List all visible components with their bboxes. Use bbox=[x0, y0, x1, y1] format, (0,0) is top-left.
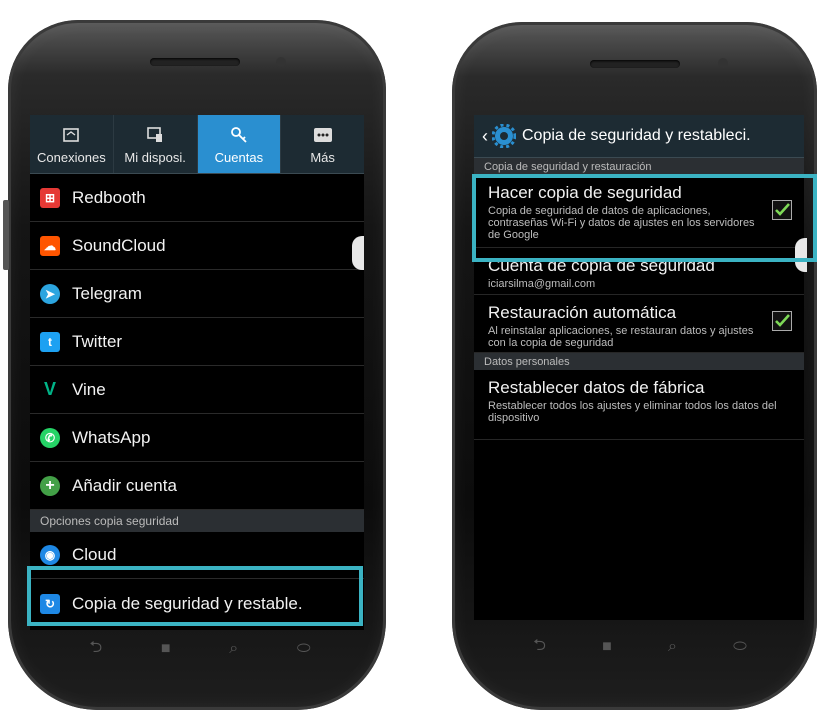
left-phone-speaker bbox=[150, 58, 240, 66]
tab-label: Más bbox=[310, 150, 335, 165]
back-icon[interactable]: ⮌ bbox=[89, 636, 102, 663]
tab-cuentas[interactable]: Cuentas bbox=[197, 115, 282, 173]
search-icon[interactable]: ⌕ bbox=[668, 638, 677, 656]
right-phone-speaker bbox=[590, 60, 680, 68]
account-item-redbooth[interactable]: ⊞ Redbooth bbox=[30, 174, 364, 222]
tab-label: Conexiones bbox=[37, 150, 106, 165]
account-label: Telegram bbox=[72, 283, 142, 303]
telegram-icon: ➤ bbox=[40, 283, 60, 304]
key-icon bbox=[229, 126, 249, 144]
right-phone-camera bbox=[718, 58, 728, 68]
section-header-personal: Datos personales bbox=[474, 353, 804, 370]
tab-mi-dispositivo[interactable]: Mi disposi. bbox=[114, 115, 198, 173]
account-item-add[interactable]: + Añadir cuenta bbox=[30, 462, 364, 510]
back-arrow-icon[interactable]: ‹ bbox=[482, 126, 488, 147]
highlight-backup-data bbox=[472, 174, 817, 262]
account-item-twitter[interactable]: t Twitter bbox=[30, 318, 364, 366]
section-header-backup-options: Opciones copia seguridad bbox=[30, 510, 364, 532]
back-icon[interactable]: ⮌ bbox=[533, 634, 546, 661]
menu-icon[interactable]: ■ bbox=[161, 640, 171, 658]
soundcloud-icon: ☁ bbox=[40, 235, 60, 256]
highlight-backup-reset bbox=[27, 566, 363, 626]
account-label: Añadir cuenta bbox=[72, 475, 177, 495]
vine-icon: V bbox=[43, 379, 56, 399]
setting-description: iciarsilma@gmail.com bbox=[488, 278, 596, 290]
auto-restore-checkbox[interactable] bbox=[772, 311, 792, 331]
cloud-label: Cloud bbox=[72, 545, 117, 564]
setting-description: Al reinstalar aplicaciones, se restauran… bbox=[488, 325, 754, 349]
account-label: WhatsApp bbox=[72, 427, 151, 447]
tab-label: Cuentas bbox=[214, 150, 264, 165]
setting-title: Restauración automática bbox=[488, 303, 677, 322]
account-label: SoundCloud bbox=[72, 235, 166, 255]
redbooth-icon: ⊞ bbox=[40, 187, 60, 208]
account-label: Twitter bbox=[72, 331, 123, 351]
left-screen: Conexiones Mi disposi. Cuentas Más ⊞ Red… bbox=[30, 115, 364, 630]
home-icon[interactable]: ⬭ bbox=[733, 638, 747, 656]
tab-mas[interactable]: Más bbox=[281, 115, 364, 173]
section-header-backup: Copia de seguridad y restauración bbox=[474, 158, 804, 175]
screen-header: ‹ Copia de seguridad y restableci. bbox=[474, 115, 804, 158]
setting-auto-restore[interactable]: Restauración automática Al reinstalar ap… bbox=[474, 295, 804, 353]
left-volume-button[interactable] bbox=[3, 200, 9, 270]
tab-conexiones[interactable]: Conexiones bbox=[30, 115, 114, 173]
page-title: Copia de seguridad y restableci. bbox=[522, 127, 751, 144]
settings-tabs: Conexiones Mi disposi. Cuentas Más bbox=[30, 115, 364, 174]
account-label: Redbooth bbox=[72, 187, 146, 207]
setting-title: Restablecer datos de fábrica bbox=[488, 378, 705, 397]
setting-factory-reset[interactable]: Restablecer datos de fábrica Restablecer… bbox=[474, 370, 804, 440]
box-icon bbox=[61, 126, 81, 144]
check-icon bbox=[775, 314, 790, 327]
home-icon[interactable]: ⬭ bbox=[297, 640, 311, 658]
menu-icon[interactable]: ■ bbox=[602, 638, 612, 656]
account-item-vine[interactable]: V Vine bbox=[30, 366, 364, 414]
whatsapp-icon: ✆ bbox=[40, 427, 60, 448]
search-icon[interactable]: ⌕ bbox=[229, 640, 238, 658]
left-edge-handle[interactable] bbox=[352, 236, 364, 270]
left-phone-camera bbox=[276, 57, 286, 67]
gear-icon bbox=[492, 124, 516, 148]
device-icon bbox=[145, 126, 165, 144]
account-item-whatsapp[interactable]: ✆ WhatsApp bbox=[30, 414, 364, 462]
twitter-icon: t bbox=[40, 331, 60, 352]
more-icon bbox=[313, 126, 333, 144]
account-item-soundcloud[interactable]: ☁ SoundCloud bbox=[30, 222, 364, 270]
cloud-icon: ◉ bbox=[40, 545, 60, 565]
right-nav-bar: ⮌ ■ ⌕ ⬭ bbox=[505, 632, 775, 662]
tab-label: Mi disposi. bbox=[124, 150, 186, 165]
account-label: Vine bbox=[72, 379, 106, 399]
left-nav-bar: ⮌ ■ ⌕ ⬭ bbox=[60, 634, 340, 664]
plus-icon: + bbox=[40, 475, 60, 496]
account-item-telegram[interactable]: ➤ Telegram bbox=[30, 270, 364, 318]
setting-description: Restablecer todos los ajustes y eliminar… bbox=[488, 400, 777, 424]
